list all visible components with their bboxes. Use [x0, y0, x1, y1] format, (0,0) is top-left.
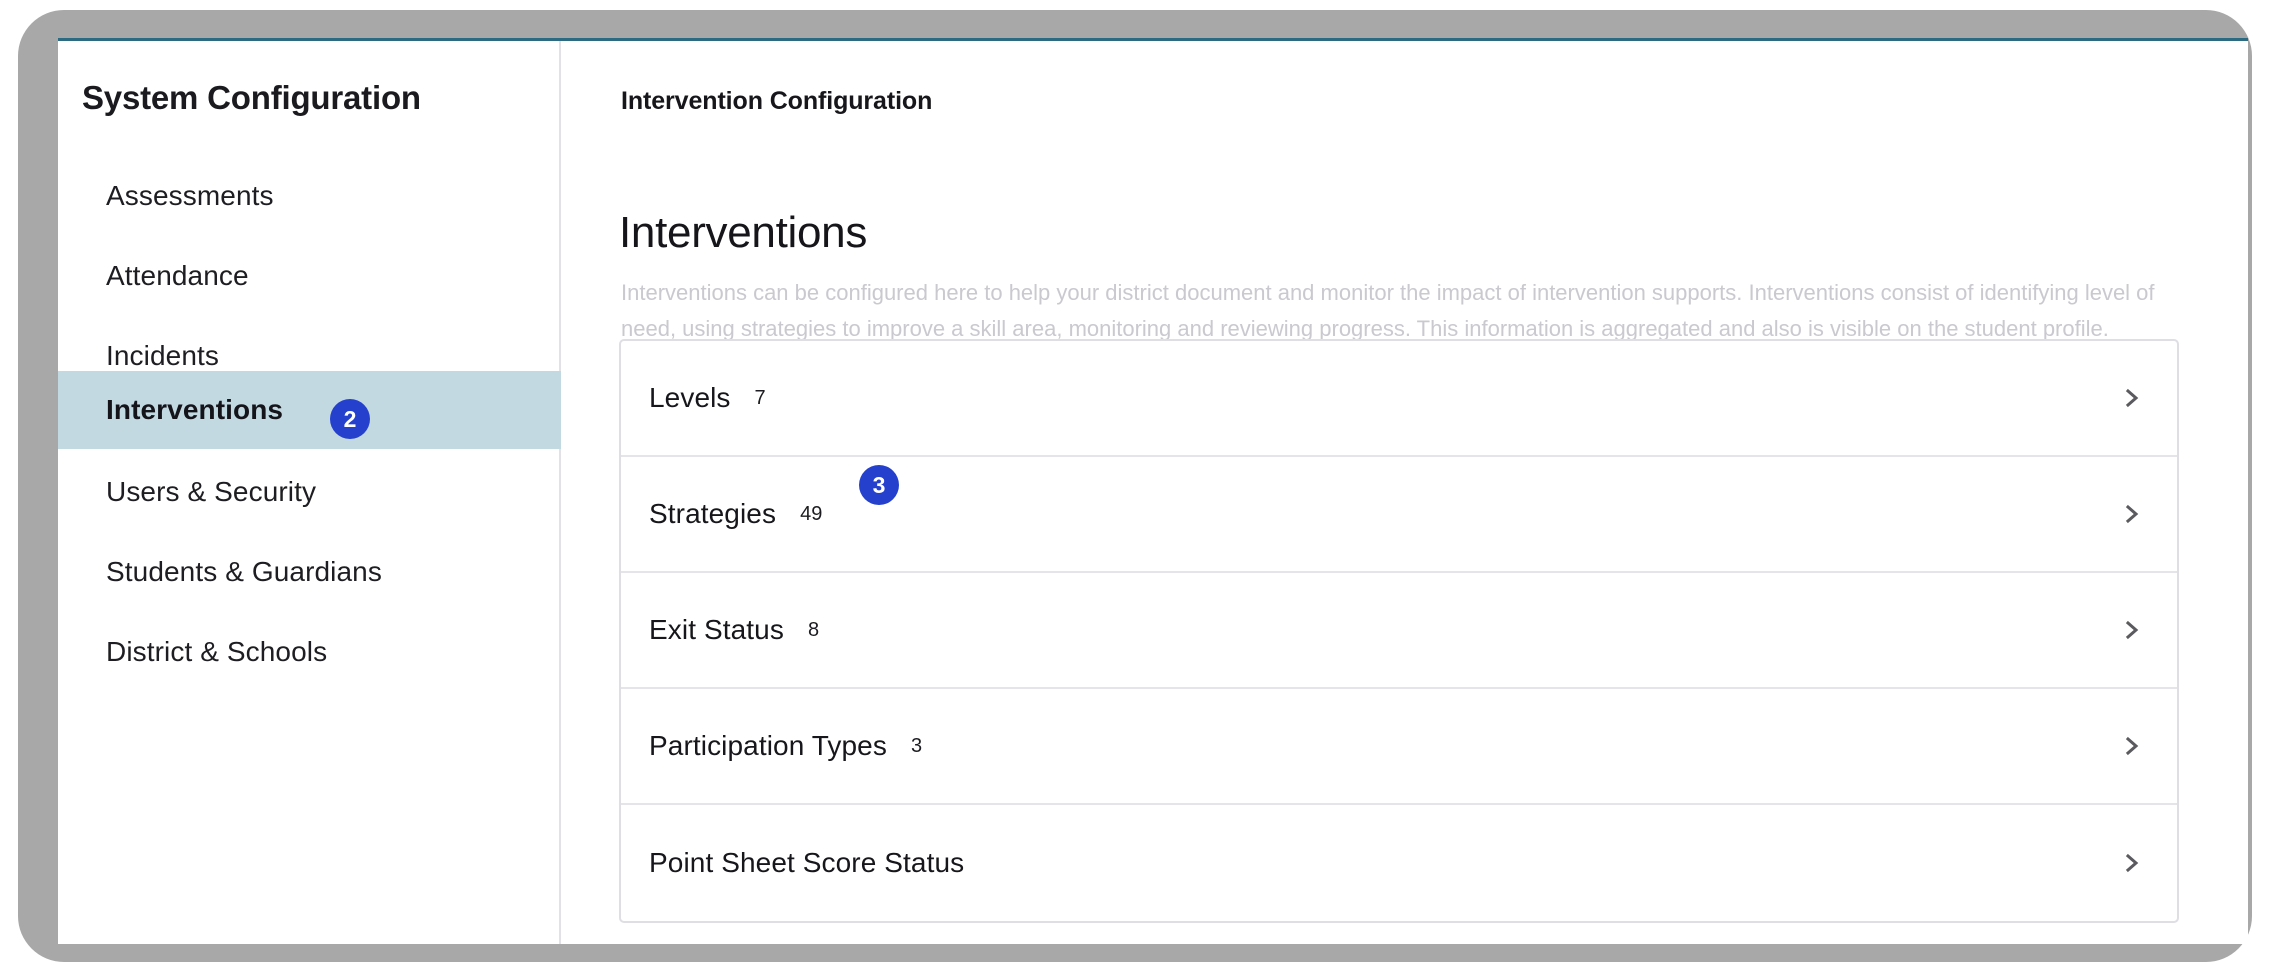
chevron-right-icon[interactable] [2119, 617, 2145, 643]
settings-row-count: 49 [800, 502, 823, 525]
settings-row-strategies[interactable]: Strategies 49 3 [621, 457, 2177, 573]
sidebar-item-district-schools[interactable]: District & Schools [58, 613, 561, 691]
breadcrumb: Intervention Configuration [621, 87, 933, 115]
settings-row-exit-status[interactable]: Exit Status 8 [621, 573, 2177, 689]
settings-row-label: Participation Types [649, 730, 887, 761]
sidebar-item-label: District & Schools [106, 636, 328, 667]
sidebar-item-label: Students & Guardians [106, 556, 382, 587]
chevron-right-icon[interactable] [2119, 733, 2145, 759]
page-title: Interventions [619, 208, 868, 258]
settings-row-count: 7 [754, 386, 766, 409]
settings-row-count: 8 [807, 618, 820, 641]
chevron-right-icon[interactable] [2119, 850, 2145, 876]
chevron-right-icon[interactable] [2119, 385, 2145, 411]
sidebar-item-label: Incidents [106, 340, 219, 371]
sidebar-item-label: Assessments [106, 180, 274, 211]
settings-row-participation-types[interactable]: Participation Types 3 [621, 689, 2177, 805]
sidebar-title: System Configuration [82, 79, 421, 116]
application-panel: System Configuration Assessments Attenda… [58, 38, 2248, 944]
sidebar-item-students-guardians[interactable]: Students & Guardians [58, 533, 561, 611]
sidebar-item-interventions[interactable]: Interventions [58, 371, 561, 449]
settings-card: Levels 7 Strategies 49 3 Exit Status 8 P… [619, 339, 2179, 923]
sidebar-item-label: Attendance [106, 260, 249, 291]
settings-row-label: Exit Status [649, 614, 784, 645]
settings-row-point-sheet-score-status[interactable]: Point Sheet Score Status [621, 805, 2177, 921]
settings-row-label: Levels [649, 382, 731, 413]
settings-row-label: Strategies [649, 498, 777, 529]
main-content: Intervention Configuration Interventions… [561, 41, 2248, 944]
sidebar-item-assessments[interactable]: Assessments [58, 157, 561, 235]
sidebar-item-users-security[interactable]: Users & Security [58, 453, 561, 531]
device-frame: System Configuration Assessments Attenda… [18, 10, 2252, 962]
sidebar-item-label: Interventions [106, 394, 284, 425]
step-badge-sidebar-interventions: 2 [330, 399, 370, 439]
settings-row-label: Point Sheet Score Status [649, 847, 965, 878]
step-badge-strategies: 3 [859, 465, 899, 505]
sidebar: System Configuration Assessments Attenda… [58, 41, 561, 944]
settings-row-levels[interactable]: Levels 7 [621, 341, 2177, 457]
sidebar-item-label: Users & Security [106, 476, 317, 507]
sidebar-item-attendance[interactable]: Attendance [58, 237, 561, 315]
page-description: Interventions can be configured here to … [621, 280, 2155, 341]
chevron-right-icon[interactable] [2119, 501, 2145, 527]
settings-row-count: 3 [910, 734, 923, 757]
